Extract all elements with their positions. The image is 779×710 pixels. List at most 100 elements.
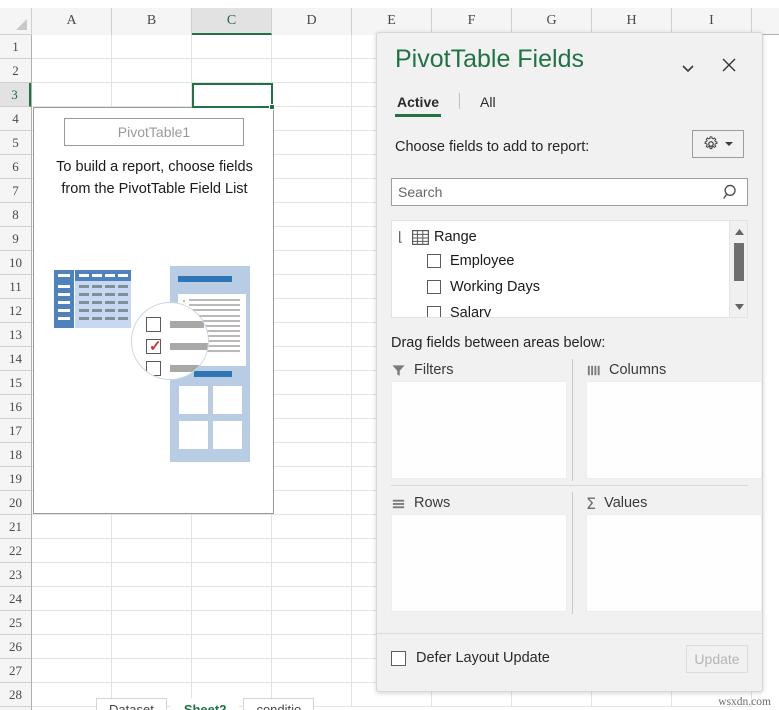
cell-A22[interactable] <box>32 539 112 563</box>
cell-D24[interactable] <box>272 587 352 611</box>
cell-A25[interactable] <box>32 611 112 635</box>
row-header-6[interactable]: 6 <box>0 155 31 179</box>
cell-D16[interactable] <box>272 395 352 419</box>
cell-D23[interactable] <box>272 563 352 587</box>
search-icon[interactable] <box>715 179 747 205</box>
row-header-14[interactable]: 14 <box>0 347 31 371</box>
area-rows-dropzone[interactable] <box>391 514 567 612</box>
cell-D7[interactable] <box>272 179 352 203</box>
row-header-2[interactable]: 2 <box>0 59 31 83</box>
cell-D18[interactable] <box>272 443 352 467</box>
scroll-down-icon[interactable] <box>730 298 748 315</box>
cell-D6[interactable] <box>272 155 352 179</box>
field-item-salary[interactable]: Salary <box>392 300 729 318</box>
cell-A26[interactable] <box>32 635 112 659</box>
cell-B23[interactable] <box>112 563 192 587</box>
cell-D26[interactable] <box>272 635 352 659</box>
area-values[interactable]: Σ Values <box>586 492 762 612</box>
cell-C1[interactable] <box>192 35 272 59</box>
tree-collapse-icon[interactable]: ⌊ <box>398 231 412 243</box>
cell-B27[interactable] <box>112 659 192 683</box>
cell-D9[interactable] <box>272 227 352 251</box>
cell-D25[interactable] <box>272 611 352 635</box>
row-header-10[interactable]: 10 <box>0 251 31 275</box>
cell-A3[interactable] <box>32 83 112 107</box>
cell-C21[interactable] <box>192 515 272 539</box>
cell-A21[interactable] <box>32 515 112 539</box>
cell-A23[interactable] <box>32 563 112 587</box>
cell-C26[interactable] <box>192 635 272 659</box>
row-header-11[interactable]: 11 <box>0 275 31 299</box>
column-header-I[interactable]: I <box>672 8 752 35</box>
tab-active[interactable]: Active <box>395 91 441 117</box>
cell-C22[interactable] <box>192 539 272 563</box>
cell-B1[interactable] <box>112 35 192 59</box>
cell-D8[interactable] <box>272 203 352 227</box>
cell-B22[interactable] <box>112 539 192 563</box>
area-filters-dropzone[interactable] <box>391 381 567 479</box>
field-item-employee[interactable]: Employee <box>392 248 729 274</box>
cell-D10[interactable] <box>272 251 352 275</box>
scrollbar-thumb[interactable] <box>734 243 744 281</box>
row-header-7[interactable]: 7 <box>0 179 31 203</box>
row-header-24[interactable]: 24 <box>0 587 31 611</box>
field-list-root[interactable]: ⌊Range <box>392 226 729 248</box>
column-header-E[interactable]: E <box>352 8 432 35</box>
search-input[interactable] <box>391 178 748 206</box>
fill-handle[interactable] <box>269 104 275 110</box>
close-icon[interactable] <box>718 54 740 76</box>
row-header-23[interactable]: 23 <box>0 563 31 587</box>
cell-D5[interactable] <box>272 131 352 155</box>
scroll-up-icon[interactable] <box>730 223 748 240</box>
row-header-21[interactable]: 21 <box>0 515 31 539</box>
field-checkbox-employee[interactable] <box>427 254 441 268</box>
row-header-26[interactable]: 26 <box>0 635 31 659</box>
field-list[interactable]: ⌊RangeEmployeeWorking DaysSalary <box>391 220 748 318</box>
row-header-1[interactable]: 1 <box>0 35 31 59</box>
cell-D12[interactable] <box>272 299 352 323</box>
cell-D27[interactable] <box>272 659 352 683</box>
row-header-18[interactable]: 18 <box>0 443 31 467</box>
cell-D17[interactable] <box>272 419 352 443</box>
cell-D1[interactable] <box>272 35 352 59</box>
field-item-working-days[interactable]: Working Days <box>392 274 729 300</box>
defer-layout-update-row[interactable]: Defer Layout Update <box>391 650 550 666</box>
cell-D13[interactable] <box>272 323 352 347</box>
row-header-20[interactable]: 20 <box>0 491 31 515</box>
cell-B24[interactable] <box>112 587 192 611</box>
update-button[interactable]: Update <box>686 645 748 673</box>
select-all-corner[interactable] <box>0 8 32 35</box>
column-header-C[interactable]: C <box>192 8 272 35</box>
field-list-scrollbar[interactable] <box>729 221 747 317</box>
defer-layout-update-checkbox[interactable] <box>391 651 406 666</box>
pivottable-placeholder-region[interactable]: PivotTable1 To build a report, choose fi… <box>33 107 274 514</box>
area-filters[interactable]: Filters <box>391 359 567 479</box>
field-checkbox-working-days[interactable] <box>427 280 441 294</box>
column-header-A[interactable]: A <box>32 8 112 35</box>
cell-D14[interactable] <box>272 347 352 371</box>
column-header-D[interactable]: D <box>272 8 352 35</box>
cell-D15[interactable] <box>272 371 352 395</box>
tab-all[interactable]: All <box>478 91 498 117</box>
cell-A27[interactable] <box>32 659 112 683</box>
column-header-H[interactable]: H <box>592 8 672 35</box>
row-header-15[interactable]: 15 <box>0 371 31 395</box>
column-header-G[interactable]: G <box>512 8 592 35</box>
cell-A2[interactable] <box>32 59 112 83</box>
cell-D19[interactable] <box>272 467 352 491</box>
row-header-4[interactable]: 4 <box>0 107 31 131</box>
cell-D22[interactable] <box>272 539 352 563</box>
area-values-dropzone[interactable] <box>586 514 762 612</box>
cell-B2[interactable] <box>112 59 192 83</box>
row-header-5[interactable]: 5 <box>0 131 31 155</box>
cell-D11[interactable] <box>272 275 352 299</box>
cell-B25[interactable] <box>112 611 192 635</box>
row-header-13[interactable]: 13 <box>0 323 31 347</box>
row-header-22[interactable]: 22 <box>0 539 31 563</box>
cell-B21[interactable] <box>112 515 192 539</box>
row-header-8[interactable]: 8 <box>0 203 31 227</box>
chevron-down-icon[interactable] <box>679 59 697 77</box>
row-header-12[interactable]: 12 <box>0 299 31 323</box>
column-header-F[interactable]: F <box>432 8 512 35</box>
cell-C25[interactable] <box>192 611 272 635</box>
